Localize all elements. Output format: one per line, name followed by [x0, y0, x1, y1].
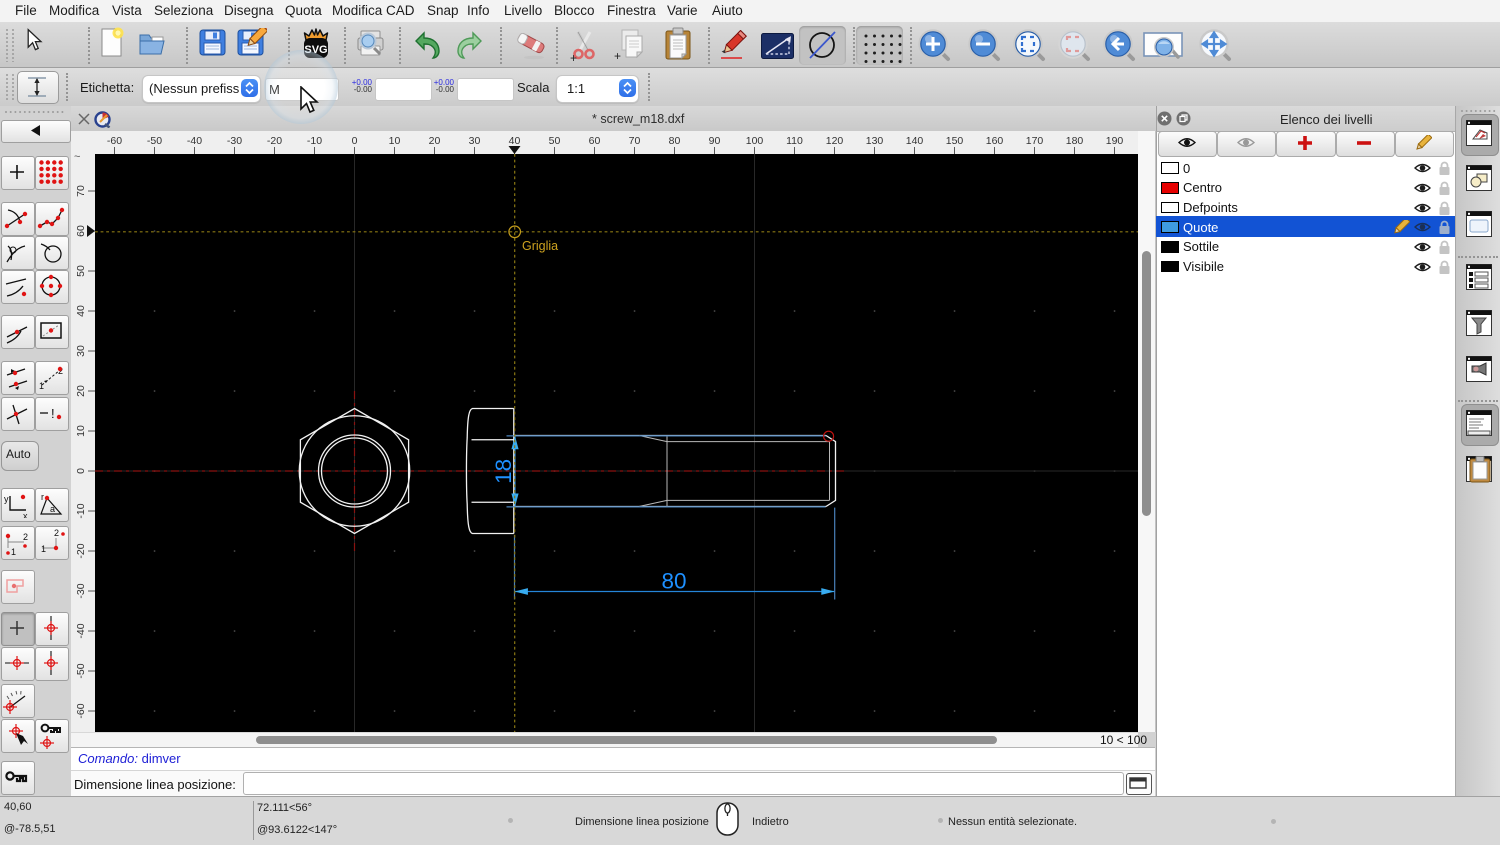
svg-text:-10: -10	[75, 503, 87, 518]
svg-text:140: 140	[906, 135, 924, 147]
svg-text:0: 0	[352, 135, 358, 147]
svg-text:170: 170	[1026, 135, 1044, 147]
svg-text:80: 80	[661, 569, 686, 594]
svg-text:90: 90	[709, 135, 721, 147]
svg-text:80: 80	[669, 135, 681, 147]
svg-text:20: 20	[429, 135, 441, 147]
svg-text:-40: -40	[75, 623, 87, 638]
svg-text:10: 10	[389, 135, 401, 147]
svg-text:60: 60	[589, 135, 601, 147]
svg-text:-60: -60	[75, 703, 87, 718]
svg-text:-50: -50	[147, 135, 162, 147]
svg-text:190: 190	[1106, 135, 1124, 147]
svg-text:60: 60	[75, 225, 87, 237]
svg-text:180: 180	[1066, 135, 1084, 147]
svg-text:-30: -30	[227, 135, 242, 147]
svg-text:-20: -20	[75, 543, 87, 558]
svg-text:~: ~	[74, 151, 80, 163]
svg-text:-10: -10	[307, 135, 322, 147]
svg-text:130: 130	[866, 135, 884, 147]
svg-text:18: 18	[491, 459, 516, 484]
svg-text:10: 10	[75, 425, 87, 437]
svg-text:50: 50	[549, 135, 561, 147]
svg-text:-30: -30	[75, 583, 87, 598]
svg-text:-50: -50	[75, 663, 87, 678]
svg-text:40: 40	[509, 135, 521, 147]
svg-text:-60: -60	[107, 135, 122, 147]
svg-text:160: 160	[986, 135, 1004, 147]
svg-text:110: 110	[786, 135, 803, 147]
svg-text:Griglia: Griglia	[522, 239, 558, 253]
svg-text:120: 120	[826, 135, 844, 147]
svg-text:40: 40	[75, 305, 87, 317]
svg-text:30: 30	[469, 135, 481, 147]
svg-text:100: 100	[746, 135, 764, 147]
svg-text:-20: -20	[267, 135, 282, 147]
svg-text:30: 30	[75, 345, 87, 357]
svg-text:70: 70	[75, 185, 87, 197]
svg-text:0: 0	[75, 468, 87, 474]
svg-text:-40: -40	[187, 135, 202, 147]
svg-text:70: 70	[629, 135, 641, 147]
svg-text:20: 20	[75, 385, 87, 397]
svg-text:50: 50	[75, 265, 87, 277]
svg-text:150: 150	[946, 135, 964, 147]
